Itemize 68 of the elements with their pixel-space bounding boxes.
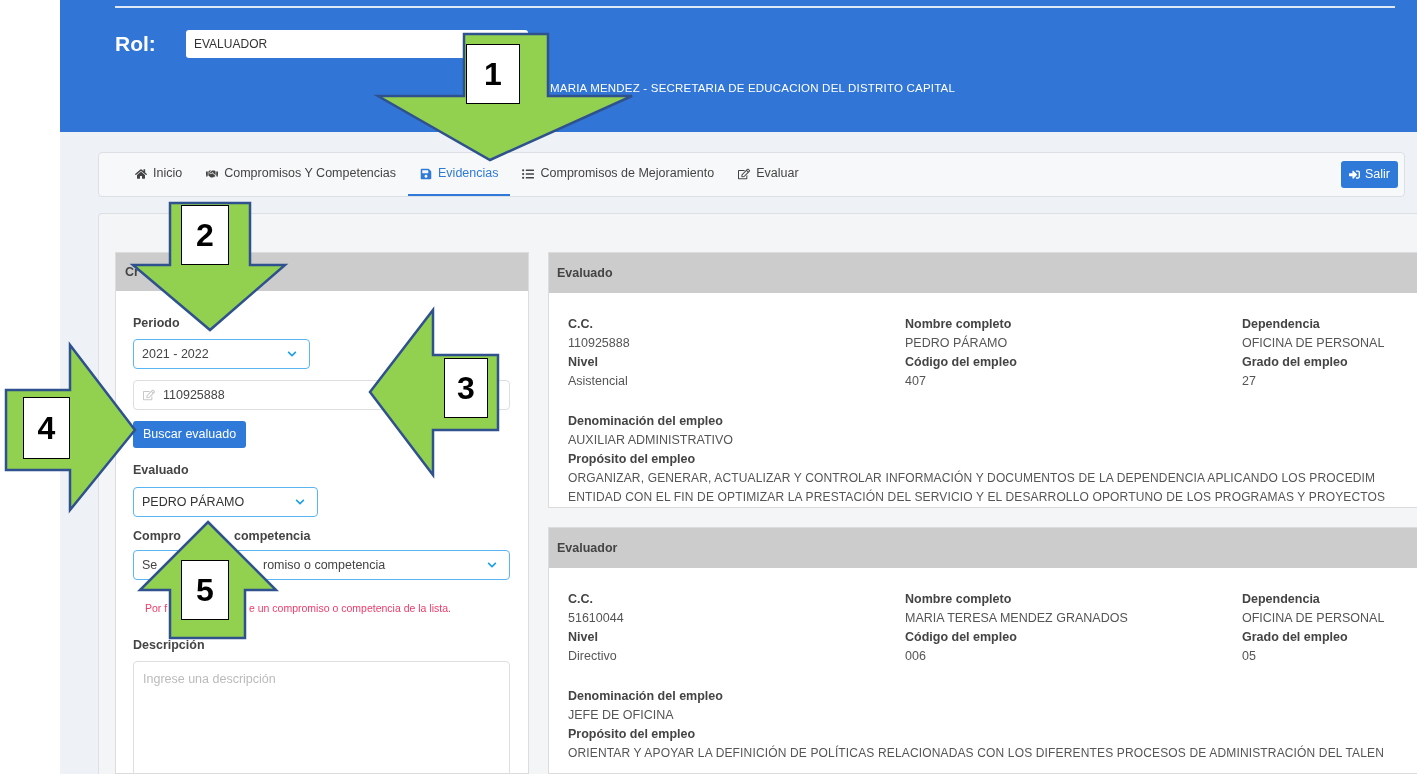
field-value: ENTIDAD CON EL FIN DE OPTIMIZAR LA PRESTACIÓN DEL SERVICIO Y EL DESARROLLO OPORTUNO DE LOS PROGRAMAS Y PROYECTOS bbox=[568, 488, 1387, 506]
evaluated-select[interactable]: PEDRO PÁRAMO bbox=[133, 487, 318, 517]
field-value: Directivo bbox=[568, 648, 618, 665]
field-value: 05 bbox=[1242, 648, 1257, 665]
field-label: Nivel bbox=[568, 354, 599, 371]
nav-tab[interactable]: Compromisos de Mejoramiento bbox=[510, 153, 727, 196]
field-label: Periodo bbox=[133, 315, 181, 331]
field-label: Compro bbox=[133, 528, 182, 544]
field-label: Código del empleo bbox=[905, 629, 1018, 646]
chevron-icon bbox=[287, 349, 297, 359]
home-icon bbox=[135, 167, 147, 180]
nav-tab[interactable]: Compromisos Y Competencias bbox=[194, 153, 409, 196]
field-label: Descripción bbox=[133, 637, 206, 653]
field-label: Denominación del empleo bbox=[568, 688, 724, 705]
edit-icon bbox=[143, 389, 155, 401]
callout-number: 3 bbox=[444, 358, 488, 418]
field-value: ORGANIZAR, GENERAR, ACTUALIZAR Y CONTROLAR INFORMACIÓN Y DOCUMENTOS DE LA DEPENDENCIA APLICANDO LOS PROCEDIM bbox=[568, 469, 1377, 487]
field-value: AUXILIAR ADMINISTRATIVO bbox=[568, 432, 735, 449]
field-label: Dependencia bbox=[1242, 591, 1321, 608]
nav-tab[interactable]: Inicio bbox=[123, 153, 195, 196]
field-label: Grado del empleo bbox=[1242, 354, 1349, 371]
field-value: OFICINA DE PERSONAL bbox=[1242, 335, 1386, 352]
callout-number: 2 bbox=[181, 205, 229, 265]
field-value: Asistencial bbox=[568, 373, 629, 390]
field-label: Código del empleo bbox=[905, 354, 1018, 371]
field-label: Propósito del empleo bbox=[568, 726, 697, 743]
field-value: PEDRO PÁRAMO bbox=[905, 334, 1009, 352]
handshake-icon bbox=[206, 167, 219, 180]
card-title: Cr bbox=[125, 263, 139, 281]
field-value: MARIA TERESA MENDEZ GRANADOS bbox=[905, 610, 1129, 627]
chevron-icon bbox=[487, 560, 497, 570]
field-value: 27 bbox=[1242, 373, 1257, 390]
field-value: 407 bbox=[905, 373, 927, 390]
role-label: Rol: bbox=[115, 31, 157, 58]
field-label: competencia bbox=[234, 528, 311, 544]
field-label: Nombre completo bbox=[905, 591, 1013, 608]
card-title: Evaluado bbox=[557, 264, 613, 282]
edit-icon bbox=[738, 167, 751, 180]
description-field[interactable]: Ingrese una descripción bbox=[133, 661, 510, 774]
period-select[interactable]: 2021 - 2022 bbox=[133, 339, 310, 369]
field-label: C.C. bbox=[568, 591, 594, 608]
field-value: ORIENTAR Y APOYAR LA DEFINICIÓN DE POLÍTICAS RELACIONADAS CON LOS DIFERENTES PROCESOS DE ADMINISTRACIÓN DEL TALEN bbox=[568, 744, 1386, 762]
field-value: 006 bbox=[905, 648, 927, 665]
callout-number: 5 bbox=[181, 560, 229, 620]
user-info: MARIA MENDEZ - SECRETARIA DE EDUCACION DEL DISTRITO CAPITAL bbox=[550, 81, 955, 96]
nav-tab[interactable]: Evaluar bbox=[726, 153, 811, 196]
field-value: JEFE DE OFICINA bbox=[568, 707, 675, 724]
search-button[interactable]: Buscar evaluado bbox=[133, 421, 247, 448]
field-value: 110925888 bbox=[568, 335, 631, 352]
field-value: OFICINA DE PERSONAL bbox=[1242, 610, 1386, 627]
chevron-icon bbox=[295, 497, 305, 507]
field-label: Grado del empleo bbox=[1242, 629, 1349, 646]
sign-in-icon bbox=[1349, 169, 1360, 180]
logout-button[interactable]: Salir bbox=[1341, 161, 1398, 188]
callout-number: 4 bbox=[23, 397, 70, 459]
error-message: Por f bbox=[145, 601, 169, 615]
field-label: Dependencia bbox=[1242, 316, 1321, 333]
list-icon bbox=[522, 167, 535, 180]
field-label: Denominación del empleo bbox=[568, 413, 724, 430]
field-label: C.C. bbox=[568, 316, 594, 333]
field-value: 51610044 bbox=[568, 610, 625, 627]
error-message: e un compromiso o competencia de la lista. bbox=[249, 601, 451, 615]
callout-number: 1 bbox=[466, 44, 520, 104]
card-title: Evaluador bbox=[557, 539, 618, 557]
field-label: Propósito del empleo bbox=[568, 451, 697, 468]
field-label: Nombre completo bbox=[905, 316, 1013, 333]
field-label: Evaluado bbox=[133, 462, 190, 478]
field-label: Nivel bbox=[568, 629, 599, 646]
